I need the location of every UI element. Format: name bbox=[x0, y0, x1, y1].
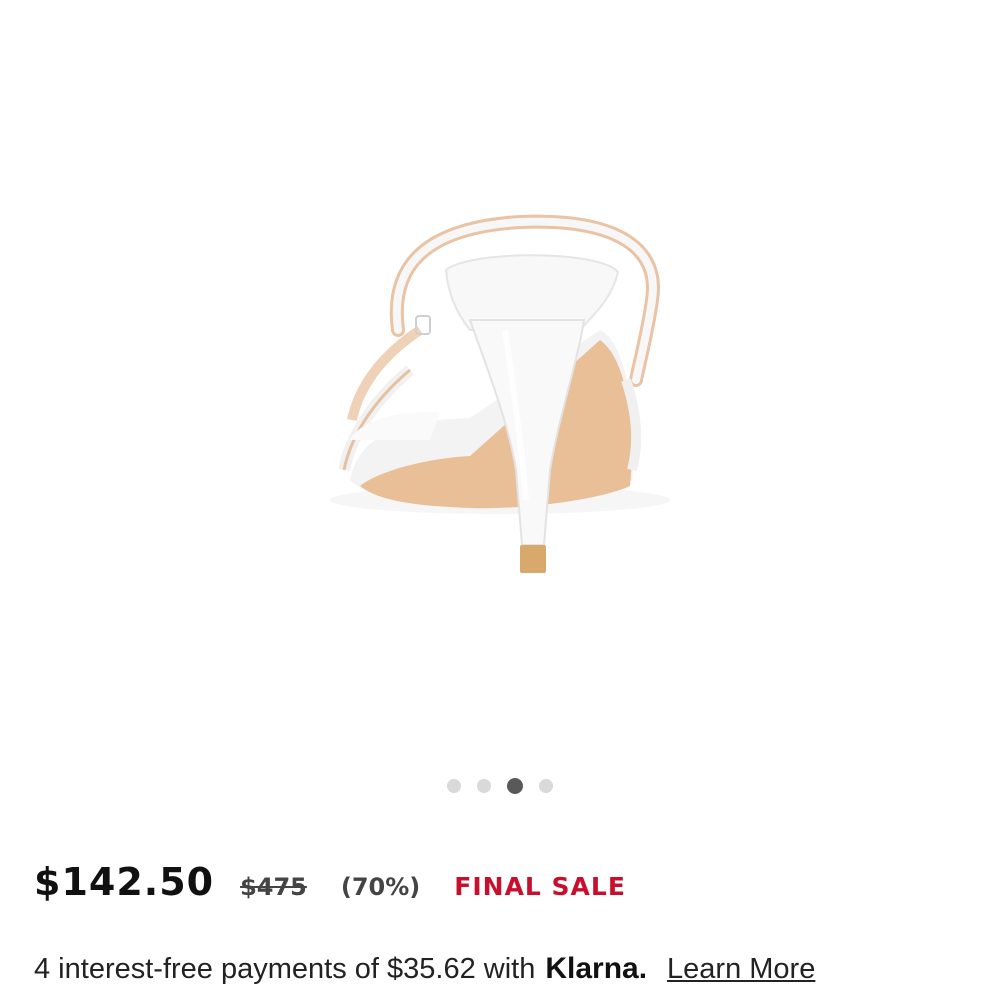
carousel-dot-active[interactable] bbox=[507, 778, 523, 794]
carousel-dot[interactable] bbox=[447, 779, 461, 793]
carousel-indicators bbox=[0, 778, 1000, 794]
discount-percent: (70%) bbox=[340, 873, 421, 901]
payments-text: 4 interest-free payments of $35.62 with bbox=[34, 953, 536, 985]
carousel-dot[interactable] bbox=[539, 779, 553, 793]
current-price: $142.50 bbox=[34, 860, 215, 904]
klarna-logo: Klarna. bbox=[545, 952, 648, 985]
final-sale-badge: FINAL SALE bbox=[454, 872, 626, 901]
learn-more-link[interactable]: Learn More bbox=[667, 953, 815, 986]
original-price: $475 bbox=[240, 873, 307, 901]
price-row: $142.50 $475 (70%) FINAL SALE bbox=[34, 860, 626, 904]
product-image-gallery[interactable] bbox=[0, 0, 1000, 760]
sandal-image bbox=[330, 214, 670, 573]
klarna-payments: 4 interest-free payments of $35.62 with … bbox=[34, 952, 815, 986]
carousel-dot[interactable] bbox=[477, 779, 491, 793]
